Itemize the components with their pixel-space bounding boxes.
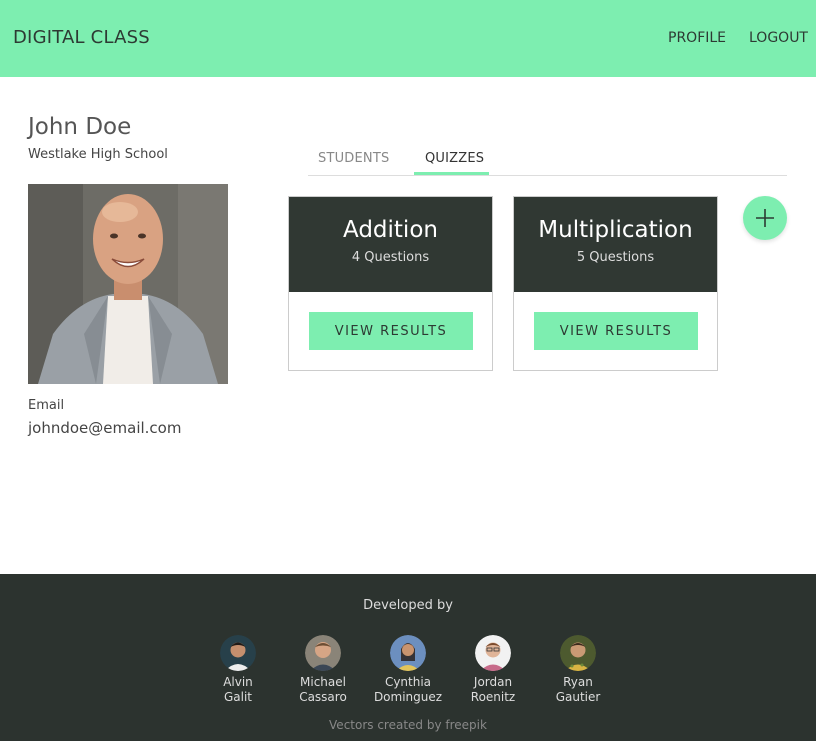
avatar	[475, 635, 511, 671]
developer-first-name: Michael	[300, 675, 346, 689]
developer-first-name: Jordan	[473, 675, 513, 689]
quiz-card-multiplication: Multiplication 5 Questions VIEW RESULTS	[513, 196, 718, 371]
developer-last-name: Gautier	[555, 690, 601, 704]
quiz-title: Multiplication	[538, 217, 693, 243]
developer-card: Alvin Galit	[193, 635, 283, 705]
quiz-question-count: 4 Questions	[351, 250, 430, 265]
developer-first-name: Cynthia	[384, 675, 432, 689]
freepik-credit-link[interactable]: Vectors created by freepik	[0, 718, 816, 732]
developer-first-name: Alvin	[223, 675, 253, 689]
developer-card: Cynthia Dominguez	[363, 635, 453, 705]
developer-card: Ryan Gautier	[533, 635, 623, 705]
school-name: Westlake High School	[28, 147, 168, 162]
add-quiz-button[interactable]	[743, 196, 787, 240]
developer-last-name: Roenitz	[470, 690, 516, 704]
view-results-button[interactable]: VIEW RESULTS	[534, 312, 698, 350]
teacher-name: John Doe	[28, 114, 132, 140]
tab-quizzes[interactable]: QUIZZES	[414, 151, 489, 175]
nav-logout-link[interactable]: LOGOUT	[749, 30, 808, 46]
avatar	[560, 635, 596, 671]
developer-last-name: Galit	[223, 690, 253, 704]
email-label: Email	[28, 398, 65, 413]
teacher-photo	[28, 184, 228, 384]
plus-icon	[756, 209, 774, 227]
developer-first-name: Ryan	[563, 675, 593, 689]
top-navbar: DIGITAL CLASS PROFILE LOGOUT	[0, 0, 816, 77]
developed-by-title: Developed by	[363, 598, 453, 613]
tab-students[interactable]: STUDENTS	[318, 151, 389, 166]
quiz-card-addition: Addition 4 Questions VIEW RESULTS	[288, 196, 493, 371]
avatar	[305, 635, 341, 671]
quiz-card-header: Multiplication 5 Questions	[514, 197, 717, 292]
nav-profile-link[interactable]: PROFILE	[668, 30, 726, 46]
developer-last-name: Cassaro	[299, 690, 347, 704]
developer-last-name: Dominguez	[373, 690, 443, 704]
avatar	[390, 635, 426, 671]
avatar	[220, 635, 256, 671]
quiz-question-count: 5 Questions	[576, 250, 655, 265]
teacher-photo-image	[28, 184, 228, 384]
view-results-button[interactable]: VIEW RESULTS	[309, 312, 473, 350]
footer: Developed by Alvin Galit Michael Cassaro…	[0, 574, 816, 741]
quiz-card-header: Addition 4 Questions	[289, 197, 492, 292]
tab-bar: STUDENTS QUIZZES	[308, 144, 787, 176]
developer-card: Jordan Roenitz	[448, 635, 538, 705]
developer-card: Michael Cassaro	[278, 635, 368, 705]
brand-logo[interactable]: DIGITAL CLASS	[13, 27, 150, 48]
quiz-title: Addition	[343, 217, 438, 243]
email-value: johndoe@email.com	[28, 419, 182, 437]
